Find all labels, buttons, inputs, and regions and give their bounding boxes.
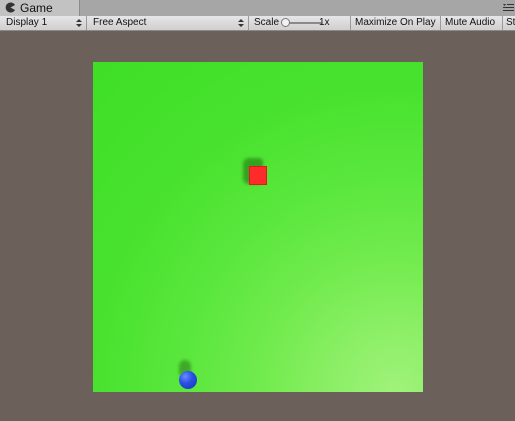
game-tab-label: Game (20, 1, 53, 15)
display-dropdown[interactable]: Display 1 (0, 16, 87, 30)
stats-toggle[interactable]: St (503, 16, 515, 30)
game-window: Game Display 1 Free Aspect Scale 1x Maxi… (0, 0, 515, 421)
blue-ball (179, 371, 197, 389)
pacman-icon (5, 2, 16, 13)
red-cube (249, 166, 267, 185)
dropdown-arrows-icon (238, 19, 244, 27)
tab-menu-icon[interactable] (502, 3, 514, 13)
mute-audio-toggle[interactable]: Mute Audio (441, 16, 503, 30)
scale-slider-thumb[interactable] (281, 18, 290, 27)
scale-control: Scale 1x (249, 16, 351, 30)
display-dropdown-label: Display 1 (6, 17, 48, 28)
aspect-dropdown[interactable]: Free Aspect (87, 16, 249, 30)
aspect-dropdown-label: Free Aspect (93, 17, 147, 28)
mute-audio-label: Mute Audio (445, 17, 496, 28)
scale-value: 1x (319, 17, 330, 28)
tab-strip: Game (0, 0, 515, 16)
game-toolbar: Display 1 Free Aspect Scale 1x Maximize … (0, 16, 515, 31)
game-viewport[interactable] (93, 62, 423, 392)
game-tab[interactable]: Game (0, 0, 80, 16)
stats-label: St (506, 17, 515, 28)
dropdown-arrows-icon (76, 19, 82, 27)
maximize-on-play-label: Maximize On Play (355, 17, 436, 28)
scale-label: Scale (254, 17, 280, 28)
maximize-on-play-toggle[interactable]: Maximize On Play (351, 16, 441, 30)
